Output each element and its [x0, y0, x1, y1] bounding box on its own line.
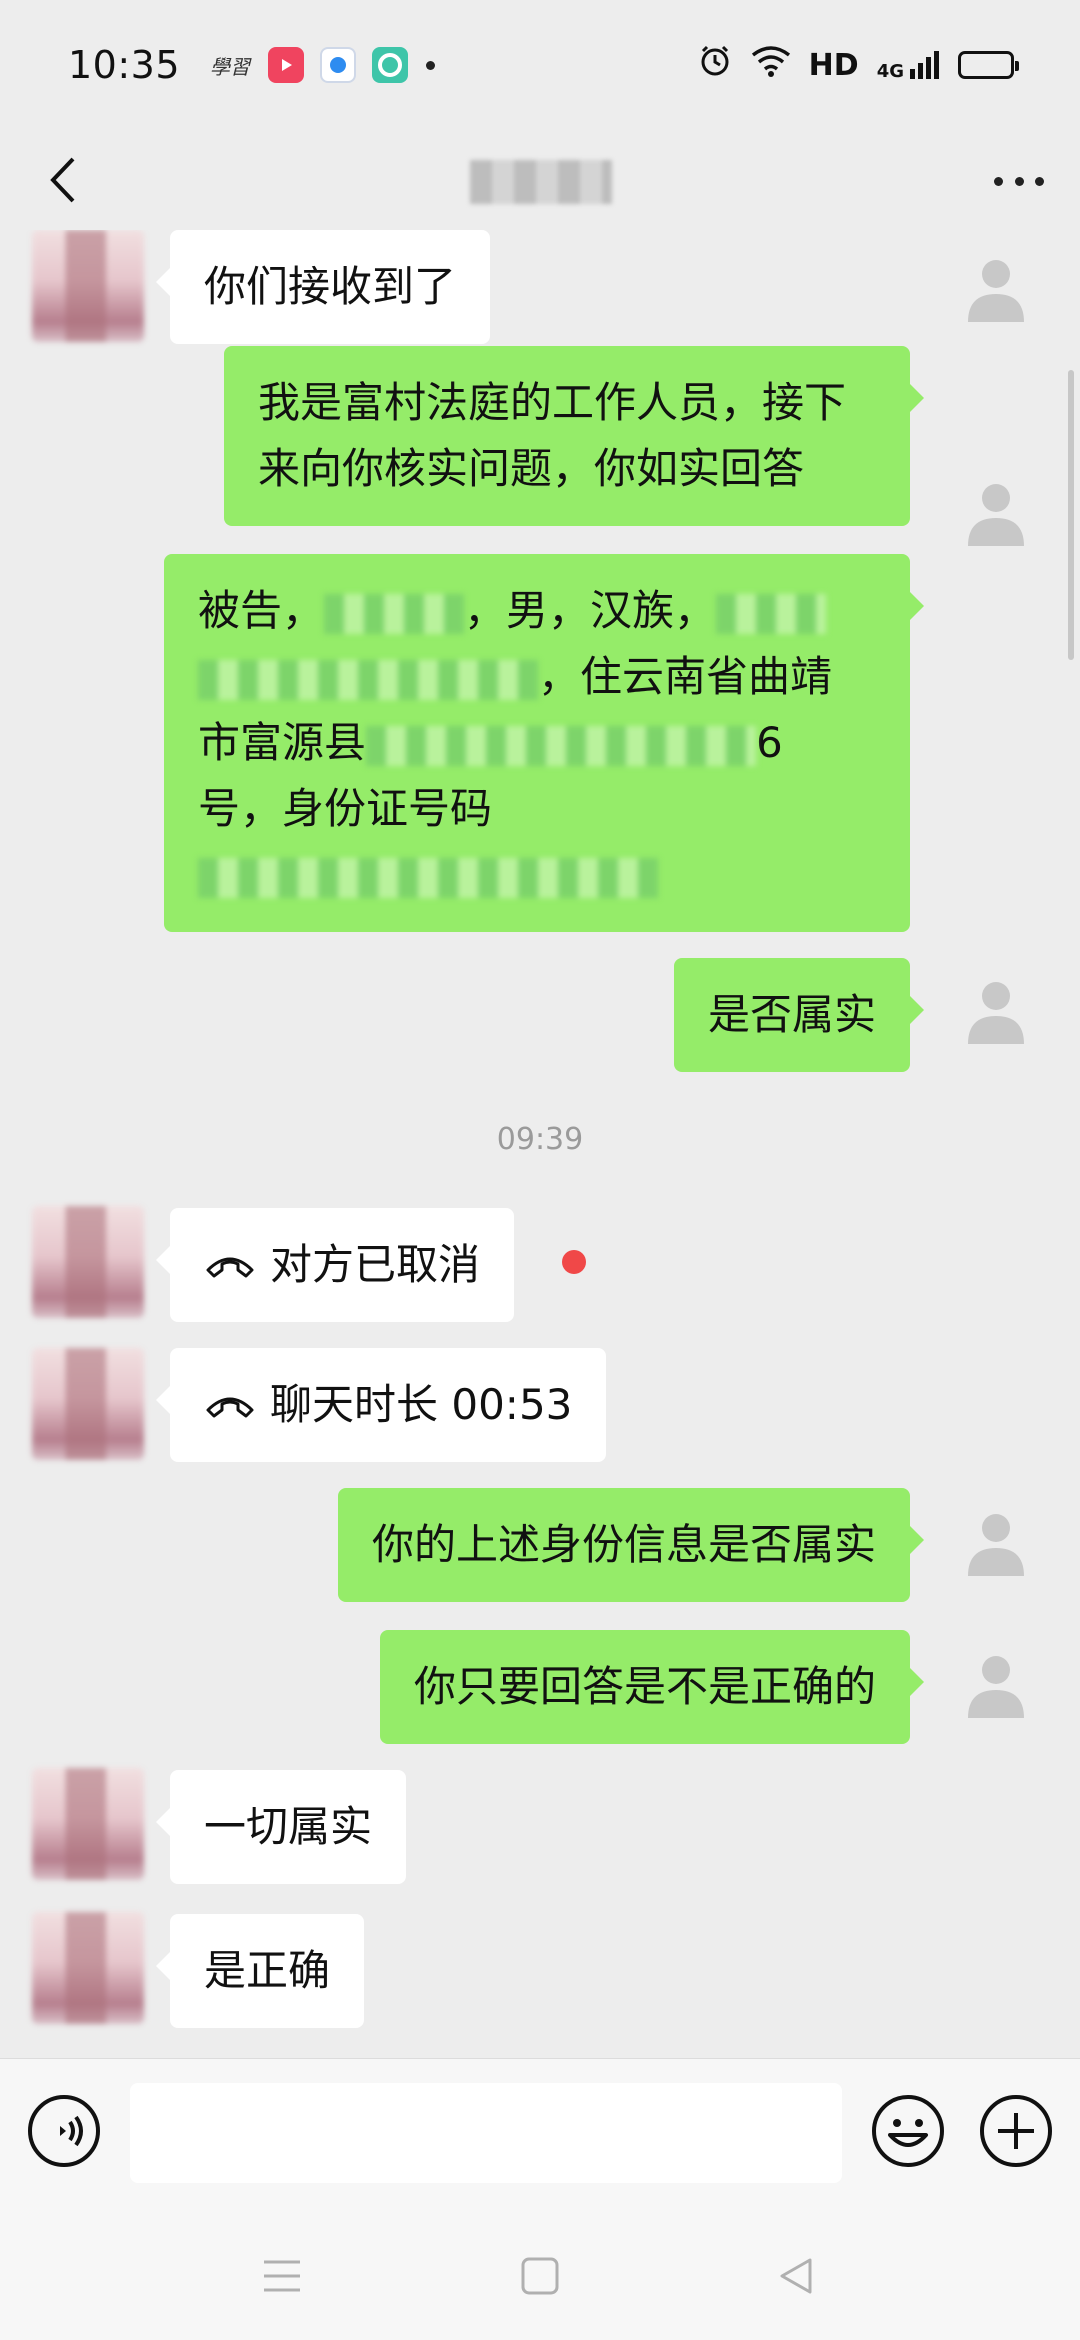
my-avatar[interactable] [940, 456, 1052, 568]
status-bar: 10:35 學習 HD 4G [0, 0, 1080, 130]
message-bubble-incoming[interactable]: 是正确 [155, 1914, 365, 2028]
chat-header [0, 130, 1080, 230]
contact-avatar[interactable] [32, 1206, 144, 1318]
contact-avatar[interactable] [32, 1912, 144, 2024]
message-text-part: 6 [756, 718, 783, 767]
video-app-icon [268, 47, 305, 83]
phone-hangup-icon [206, 1257, 254, 1278]
square-icon [521, 2257, 559, 2295]
battery-icon [958, 51, 1019, 79]
person-silhouette-icon [968, 1656, 1024, 1718]
voice-button[interactable] [24, 2091, 104, 2171]
more-functions-button[interactable] [976, 2091, 1056, 2171]
person-silhouette-icon [968, 1514, 1024, 1576]
call-record-bubble[interactable]: 聊天时长 00:53 [155, 1348, 607, 1462]
contact-avatar[interactable] [32, 1348, 144, 1460]
message-bubble-outgoing[interactable]: 你的上述身份信息是否属实 [337, 1488, 925, 1602]
emoji-button[interactable] [868, 2091, 948, 2171]
message-text-part: 号，身份证号码 [198, 784, 493, 833]
triangle-back-icon [780, 2258, 812, 2294]
my-avatar[interactable] [940, 1486, 1052, 1598]
contact-avatar[interactable] [32, 230, 144, 342]
redacted-birth [716, 593, 827, 634]
system-back-button[interactable] [766, 2248, 826, 2304]
my-avatar[interactable] [940, 954, 1052, 1066]
messenger-app-icon [372, 47, 409, 83]
unread-indicator [562, 1250, 586, 1274]
redacted-address [366, 725, 757, 766]
person-silhouette-icon [968, 260, 1024, 322]
alarm-icon [697, 43, 733, 88]
chevron-left-icon [50, 157, 75, 203]
message-bubble-outgoing[interactable]: 我是富村法庭的工作人员，接下来向你核实问题，你如实回答 [224, 346, 924, 526]
message-input[interactable] [130, 2083, 842, 2183]
redacted-birthdate [198, 659, 538, 700]
voice-input-icon [28, 2095, 100, 2167]
call-status-text: 对方已取消 [270, 1240, 481, 1289]
scrollbar[interactable] [1068, 370, 1074, 660]
my-avatar[interactable] [940, 232, 1052, 344]
home-button[interactable] [510, 2248, 570, 2304]
input-bar [0, 2058, 1080, 2208]
wifi-icon [751, 45, 791, 86]
network-type-label: 4G [876, 61, 904, 82]
status-time: 10:35 [68, 43, 181, 87]
signal-icon: 4G [877, 49, 940, 81]
call-duration-text: 聊天时长 00:53 [270, 1380, 573, 1429]
person-silhouette-icon [968, 982, 1024, 1044]
message-list[interactable]: 你们接收到了 我是富村法庭的工作人员，接下来向你核实问题，你如实回答 被告， ，男… [0, 230, 1080, 2058]
more-notifications-icon [426, 60, 436, 70]
more-options-button[interactable] [984, 156, 1054, 206]
back-button[interactable] [32, 148, 92, 212]
contact-avatar[interactable] [32, 1768, 144, 1880]
my-avatar[interactable] [940, 1628, 1052, 1740]
plus-icon [980, 2095, 1052, 2167]
emoji-icon [872, 2095, 944, 2167]
redacted-name [324, 593, 465, 634]
phone-hangup-icon [206, 1397, 254, 1418]
person-silhouette-icon [968, 484, 1024, 546]
recent-apps-button[interactable] [252, 2248, 312, 2304]
study-app-icon: 學習 [210, 54, 251, 79]
message-bubble-incoming[interactable]: 你们接收到了 [155, 230, 491, 344]
message-bubble-outgoing[interactable]: 是否属实 [673, 958, 925, 1072]
call-record-bubble[interactable]: 对方已取消 [155, 1208, 515, 1322]
more-dots-icon [994, 176, 1003, 186]
system-navigation-bar [0, 2208, 1080, 2340]
message-bubble-incoming[interactable]: 一切属实 [155, 1770, 407, 1884]
message-timestamp: 09:39 [496, 1122, 584, 1157]
message-bubble-outgoing[interactable]: 你只要回答是不是正确的 [379, 1630, 925, 1744]
hd-indicator: HD [808, 47, 859, 83]
browser-app-icon [320, 47, 357, 83]
message-text-part: 被告， [198, 586, 325, 635]
redacted-id-number [198, 857, 658, 898]
menu-icon [264, 2260, 300, 2292]
chat-title [470, 160, 612, 204]
message-bubble-outgoing-identity[interactable]: 被告， ，男，汉族， ，住云南省曲靖 市富源县 6 号，身份证号码 [164, 554, 924, 932]
message-text-part: ，住云南省曲靖 [538, 652, 833, 701]
message-text-part: 市富源县 [198, 718, 367, 767]
message-text-part: ，男，汉族， [464, 586, 717, 635]
